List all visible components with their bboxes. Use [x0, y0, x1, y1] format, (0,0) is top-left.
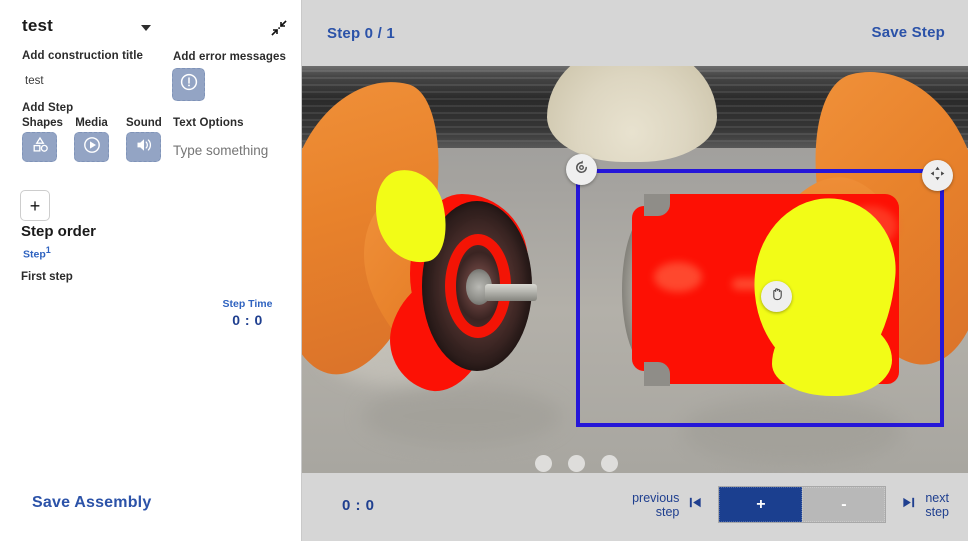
previous-step-label-line1: previous [632, 490, 680, 505]
next-step-label-line2: step [925, 504, 949, 519]
tool-shapes-label: Shapes [22, 117, 63, 129]
exclamation-circle-icon [179, 72, 199, 97]
overlay-dot-2[interactable] [568, 455, 585, 472]
step-chip-number: 1 [45, 245, 51, 255]
tool-shapes: Shapes [22, 117, 63, 162]
previous-step-label-line2: step [655, 504, 680, 519]
step-time-label: Step Time [222, 298, 273, 310]
step-list-item-1[interactable]: Step1 [23, 245, 51, 261]
video-stage[interactable] [302, 66, 968, 473]
zoom-stepper: + - [718, 486, 887, 523]
tool-sound-label: Sound [126, 117, 162, 129]
add-error-message-button[interactable] [172, 68, 205, 101]
left-sidebar: test Add construction title Add error me… [0, 0, 302, 541]
project-title: test [22, 16, 54, 35]
step-order-heading: Step order [21, 223, 97, 240]
next-step-label-line1: next [925, 490, 949, 505]
tool-sound: Sound [126, 117, 162, 162]
sidebar-header: test [0, 12, 302, 44]
construction-title-label: Add construction title [22, 50, 144, 62]
sound-button[interactable] [126, 132, 161, 162]
shapes-button[interactable] [22, 132, 57, 162]
main-panel: Step 0 / 1 Save Step 0: 0 previous step… [302, 0, 968, 541]
step-chip-label: Step [23, 248, 46, 261]
text-options-input[interactable] [173, 143, 291, 158]
add-step-label: Add Step [22, 102, 74, 114]
rotate-handle[interactable] [566, 154, 597, 185]
rotate-icon [573, 159, 590, 181]
hand-grab-icon [769, 286, 785, 307]
tool-media-label: Media [75, 117, 108, 129]
main-toolbar: Step 0 / 1 Save Step [302, 0, 968, 66]
move-four-arrows-icon [929, 165, 946, 187]
overlay-dots [535, 455, 618, 472]
overlay-dot-3[interactable] [601, 455, 618, 472]
play-circle-icon [81, 135, 103, 160]
tool-media: Media [74, 117, 109, 162]
time-display: 0 : 0 [342, 497, 375, 514]
next-step-label[interactable]: next step [925, 491, 949, 519]
video-frame [302, 66, 968, 473]
save-step-button[interactable]: Save Step [871, 24, 945, 41]
add-step-button[interactable]: + [20, 190, 50, 221]
previous-step-label[interactable]: previous step [632, 491, 679, 519]
step-counter: Step 0 / 1 [327, 25, 395, 42]
error-messages-label: Add error messages [173, 51, 287, 63]
chevron-down-icon[interactable] [141, 25, 151, 31]
collapse-diagonal-icon[interactable] [269, 18, 289, 38]
text-options-label: Text Options [173, 117, 244, 129]
selection-rectangle[interactable] [576, 169, 944, 427]
step-tools-group: Shapes Media Sound [22, 117, 162, 162]
shapes-icon [29, 135, 51, 160]
save-assembly-button[interactable]: Save Assembly [32, 494, 151, 512]
zoom-out-button[interactable]: - [802, 487, 886, 522]
overlay-dot-1[interactable] [535, 455, 552, 472]
worker-shirt [547, 66, 717, 162]
skip-forward-icon[interactable] [901, 495, 916, 514]
step-time-value: 0 : 0 [232, 312, 263, 328]
construction-title-input[interactable] [25, 75, 155, 87]
speaker-icon [133, 135, 155, 160]
app-root: test Add construction title Add error me… [0, 0, 968, 541]
skip-back-icon[interactable] [688, 495, 703, 514]
step-time-block: Step Time 0 : 0 [205, 298, 290, 328]
move-handle[interactable] [922, 160, 953, 191]
media-button[interactable] [74, 132, 109, 162]
floor-texture-2 [362, 386, 562, 446]
player-controls-bar: 0 : 0 previous step + - next step [302, 473, 968, 541]
transport-controls: previous step + - next step [632, 486, 949, 523]
grab-handle[interactable] [761, 281, 792, 312]
step-description: First step [21, 271, 73, 283]
drive-shaft [485, 284, 537, 301]
zoom-in-button[interactable]: + [719, 487, 803, 522]
